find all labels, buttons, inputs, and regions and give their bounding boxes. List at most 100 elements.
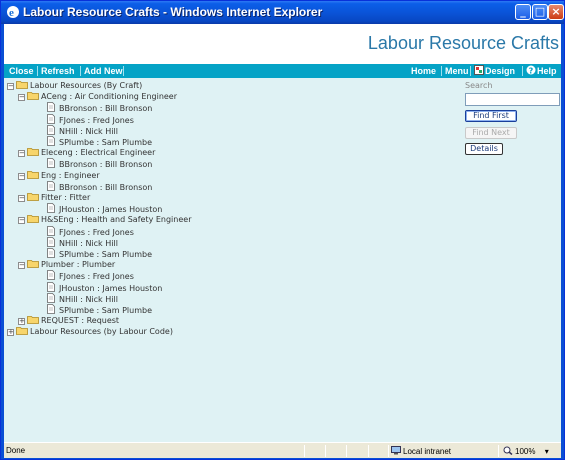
labour-resource-item[interactable]: SPlumbe : Sam Plumbe: [47, 304, 152, 315]
document-icon: [47, 113, 55, 124]
collapse-toggle[interactable]: −: [18, 94, 25, 102]
collapse-toggle[interactable]: −: [18, 262, 25, 270]
tree-node-label: Plumber : Plumber: [41, 260, 116, 270]
document-icon: [47, 158, 55, 169]
tree-node-label: NHill : Nick Hill: [59, 238, 118, 248]
tree-node-label: FJones : Fred Jones: [59, 272, 134, 282]
document-icon: [47, 248, 55, 258]
close-link[interactable]: Close: [9, 65, 34, 77]
tree-root-by-labour-code[interactable]: + Labour Resources (by Labour Code): [7, 326, 173, 337]
status-text: Done: [6, 446, 26, 455]
details-button[interactable]: Details: [465, 143, 503, 155]
tree-node-label: SPlumbe : Sam Plumbe: [59, 306, 152, 315]
tree-node-label: ACeng : Air Conditioning Engineer: [41, 92, 178, 102]
tree-node-label: NHill : Nick Hill: [59, 126, 118, 136]
document-icon: [47, 304, 55, 314]
app-header: Labour Resource Crafts: [4, 24, 561, 64]
design-label: Design: [485, 66, 516, 76]
expand-toggle[interactable]: +: [7, 329, 14, 337]
page-content: Labour Resource Crafts Close Refresh Add…: [4, 24, 561, 442]
folder-icon: [27, 170, 39, 179]
toolbar-divider: [37, 66, 38, 76]
status-divider: [388, 445, 389, 457]
zoom-control[interactable]: 100% ▾: [503, 446, 549, 456]
labour-resource-item[interactable]: FJones : Fred Jones: [47, 225, 134, 237]
labour-resource-item[interactable]: FJones : Fred Jones: [47, 113, 134, 125]
add-new-link[interactable]: Add New: [84, 65, 123, 77]
internet-explorer-icon: e: [7, 6, 19, 19]
collapse-toggle[interactable]: −: [18, 150, 25, 158]
labour-resource-item[interactable]: NHill : Nick Hill: [47, 124, 118, 136]
help-icon: ?: [526, 65, 536, 75]
tree-node-label: SPlumbe : Sam Plumbe: [59, 250, 152, 259]
labour-resource-item[interactable]: BBronson : Bill Bronson: [47, 102, 152, 113]
expand-toggle[interactable]: +: [18, 318, 25, 326]
tree-node-label: SPlumbe : Sam Plumbe: [59, 138, 152, 147]
svg-text:e: e: [9, 7, 14, 19]
design-link[interactable]: Design: [474, 65, 515, 77]
labour-resource-item[interactable]: FJones : Fred Jones: [47, 270, 134, 281]
document-icon: [47, 102, 55, 113]
find-first-button[interactable]: Find First: [465, 110, 517, 122]
tree-node-label: Labour Resources (By Craft): [30, 81, 143, 90]
document-icon: [47, 236, 55, 247]
folder-icon: [27, 215, 39, 224]
search-input[interactable]: [465, 93, 560, 106]
svg-text:?: ?: [529, 66, 534, 75]
labour-resource-item[interactable]: SPlumbe : Sam Plumbe: [47, 248, 152, 259]
zoom-level: 100%: [515, 447, 536, 456]
toolbar: Close Refresh Add New Home Menu Design ?: [4, 64, 561, 78]
tree-node-label: JHouston : James Houston: [59, 283, 163, 293]
chevron-down-icon[interactable]: ▾: [545, 447, 549, 456]
tree-node-label: REQUEST : Request: [41, 316, 120, 326]
browser-window: e Labour Resource Crafts - Windows Inter…: [0, 0, 565, 460]
craft-node[interactable]: − H&SEng : Health and Safety Engineer: [18, 214, 191, 225]
tree-node-label: Eleceng : Electrical Engineer: [41, 148, 156, 158]
find-next-button[interactable]: Find Next: [465, 127, 517, 139]
zone-label: Local intranet: [403, 447, 452, 456]
labour-resource-item[interactable]: BBronson : Bill Bronson: [47, 158, 152, 169]
craft-node[interactable]: − Fitter : Fitter: [18, 192, 90, 203]
craft-node[interactable]: + REQUEST : Request: [18, 315, 119, 326]
zoom-icon: [503, 446, 513, 455]
maximize-button[interactable]: □: [532, 4, 548, 20]
craft-node[interactable]: − Plumber : Plumber: [18, 259, 115, 270]
folder-icon: [27, 92, 39, 101]
security-zone[interactable]: Local intranet: [391, 446, 451, 456]
page-title: Labour Resource Crafts: [367, 33, 559, 53]
tree-node-label: JHouston : James Houston: [59, 205, 163, 215]
collapse-toggle[interactable]: −: [7, 83, 14, 90]
collapse-toggle[interactable]: −: [18, 217, 25, 225]
folder-icon: [16, 81, 28, 89]
close-window-button[interactable]: ×: [548, 4, 564, 20]
help-link[interactable]: ? Help: [526, 65, 557, 77]
collapse-toggle[interactable]: −: [18, 195, 25, 202]
status-divider: [368, 445, 369, 457]
tree-node-label: Labour Resources (by Labour Code): [30, 327, 173, 337]
menu-link[interactable]: Menu: [445, 65, 469, 77]
minimize-button[interactable]: _: [515, 4, 531, 20]
status-divider: [325, 445, 326, 457]
toolbar-divider: [522, 66, 523, 76]
tree-root-by-craft[interactable]: − Labour Resources (By Craft): [7, 80, 142, 91]
toolbar-divider: [441, 66, 442, 76]
collapse-toggle[interactable]: −: [18, 172, 25, 180]
labour-resource-item[interactable]: BBronson : Bill Bronson: [47, 180, 152, 192]
craft-node[interactable]: − Eng : Engineer: [18, 170, 100, 181]
labour-resource-item[interactable]: JHouston : James Houston: [47, 281, 163, 293]
document-icon: [47, 292, 55, 303]
refresh-link[interactable]: Refresh: [41, 65, 75, 77]
search-label: Search: [465, 81, 493, 90]
tree-node-label: BBronson : Bill Bronson: [59, 160, 153, 170]
labour-resource-item[interactable]: JHouston : James Houston: [47, 203, 162, 214]
home-link[interactable]: Home: [411, 65, 436, 77]
labour-resource-item[interactable]: NHill : Nick Hill: [47, 292, 118, 304]
labour-resource-item[interactable]: NHill : Nick Hill: [47, 236, 118, 248]
labour-resource-item[interactable]: SPlumbe : Sam Plumbe: [47, 136, 152, 147]
folder-icon: [27, 193, 39, 201]
craft-node[interactable]: − ACeng : Air Conditioning Engineer: [18, 91, 177, 102]
document-icon: [47, 281, 55, 292]
craft-node[interactable]: − Eleceng : Electrical Engineer: [18, 147, 155, 158]
craft-tree: − Labour Resources (By Craft) − ACeng : Air…: [4, 80, 459, 380]
document-icon: [47, 136, 55, 146]
